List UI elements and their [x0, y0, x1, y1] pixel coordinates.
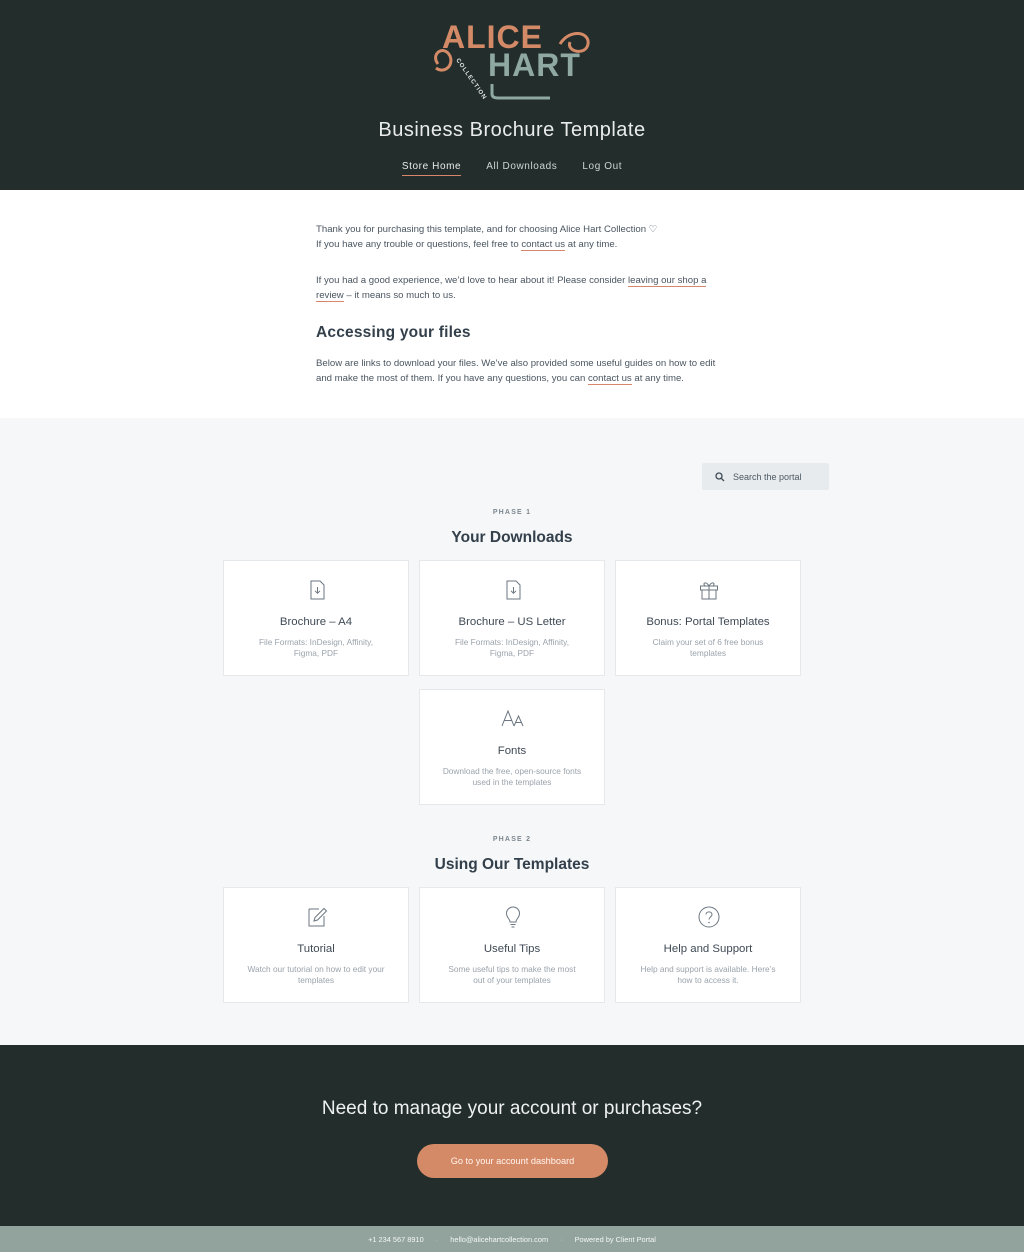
footer-separator: ·	[560, 1234, 563, 1244]
card-help-support[interactable]: Help and Support Help and support is ava…	[615, 887, 801, 1003]
account-dashboard-button[interactable]: Go to your account dashboard	[417, 1144, 608, 1178]
search-box[interactable]: Search the portal	[702, 463, 829, 490]
search-icon	[715, 471, 725, 481]
file-download-icon	[501, 578, 525, 602]
card-description: Help and support is available. Here’s ho…	[640, 964, 776, 985]
card-title: Bonus: Portal Templates	[646, 616, 770, 628]
using-templates-title: Using Our Templates	[434, 856, 590, 873]
main-nav: Store Home All Downloads Log Out	[0, 161, 1024, 176]
gift-icon	[697, 578, 721, 602]
file-download-icon	[305, 578, 329, 602]
help-icon	[697, 905, 721, 929]
card-description: Claim your set of 6 free bonus templates	[652, 637, 764, 658]
search-input[interactable]: Search the portal	[733, 472, 802, 482]
card-description: Some useful tips to make the most out of…	[448, 964, 576, 985]
card-title: Help and Support	[663, 943, 753, 955]
edit-icon	[305, 905, 329, 929]
accessing-files-heading: Accessing your files	[316, 323, 471, 341]
nav-all-downloads[interactable]: All Downloads	[486, 161, 557, 176]
svg-text:COLLECTION: COLLECTION	[454, 58, 487, 100]
card-bonus-portal-templates[interactable]: Bonus: Portal Templates Claim your set o…	[615, 560, 801, 676]
contact-us-link-2[interactable]: contact us	[587, 373, 632, 386]
footer-separator: ·	[435, 1234, 439, 1244]
card-title: Tutorial	[297, 943, 335, 955]
nav-log-out[interactable]: Log Out	[582, 161, 622, 176]
card-title: Brochure – A4	[279, 616, 353, 628]
trouble-text-end: at any time.	[565, 239, 618, 251]
card-title: Useful Tips	[483, 943, 541, 955]
card-description: Watch our tutorial on how to edit your t…	[247, 964, 385, 985]
contact-us-link[interactable]: contact us	[521, 239, 566, 252]
card-title: Brochure – US Letter	[458, 616, 566, 628]
review-text-end: – it means so much to us.	[343, 290, 456, 302]
phase-1-label: PHASE 1	[492, 509, 532, 516]
thank-you-text: Thank you for purchasing this template, …	[316, 224, 658, 235]
files-text-end: at any time.	[631, 373, 684, 385]
card-description: Download the free, open-source fonts use…	[442, 766, 582, 787]
intro-paragraph-1: Thank you for purchasing this template, …	[316, 222, 716, 253]
lightbulb-icon	[501, 905, 525, 929]
card-useful-tips[interactable]: Useful Tips Some useful tips to make the…	[419, 887, 605, 1003]
card-brochure-a4[interactable]: Brochure – A4 File Formats: InDesign, Af…	[223, 560, 409, 676]
svg-text:HART: HART	[488, 47, 581, 83]
site-header: ALICE HART COLLECTION Business Brochure …	[0, 0, 1024, 190]
page-title: Business Brochure Template	[378, 119, 646, 141]
footer-phone[interactable]: +1 234 567 8910	[368, 1235, 424, 1244]
footer-powered-by[interactable]: Powered by Client Portal	[575, 1235, 656, 1244]
intro-paragraph-2: If you had a good experience, we’d love …	[316, 273, 716, 304]
card-description: File Formats: InDesign, Affinity, Figma,…	[258, 637, 374, 658]
nav-store-home[interactable]: Store Home	[401, 161, 462, 176]
intro-section: Thank you for purchasing this template, …	[316, 222, 716, 387]
intro-paragraph-3: Below are links to download your files. …	[316, 356, 716, 387]
review-text: If you had a good experience, we’d love …	[316, 274, 628, 286]
alice-hart-logo[interactable]: ALICE HART COLLECTION	[430, 14, 594, 100]
card-brochure-us-letter[interactable]: Brochure – US Letter File Formats: InDes…	[419, 560, 605, 676]
card-fonts[interactable]: Fonts Download the free, open-source fon…	[419, 689, 605, 805]
card-description: File Formats: InDesign, Affinity, Figma,…	[454, 637, 570, 658]
trouble-text: If you have any trouble or questions, fe…	[316, 239, 522, 251]
cta-title: Need to manage your account or purchases…	[321, 1098, 703, 1119]
your-downloads-title: Your Downloads	[451, 529, 573, 546]
font-icon	[501, 707, 525, 731]
site-footer: +1 234 567 8910 · hello@alicehartcollect…	[0, 1226, 1024, 1252]
account-cta-section	[0, 1045, 1024, 1226]
footer-email[interactable]: hello@alicehartcollection.com	[450, 1235, 548, 1244]
card-title: Fonts	[497, 745, 527, 757]
phase-2-label: PHASE 2	[492, 836, 532, 843]
card-tutorial[interactable]: Tutorial Watch our tutorial on how to ed…	[223, 887, 409, 1003]
